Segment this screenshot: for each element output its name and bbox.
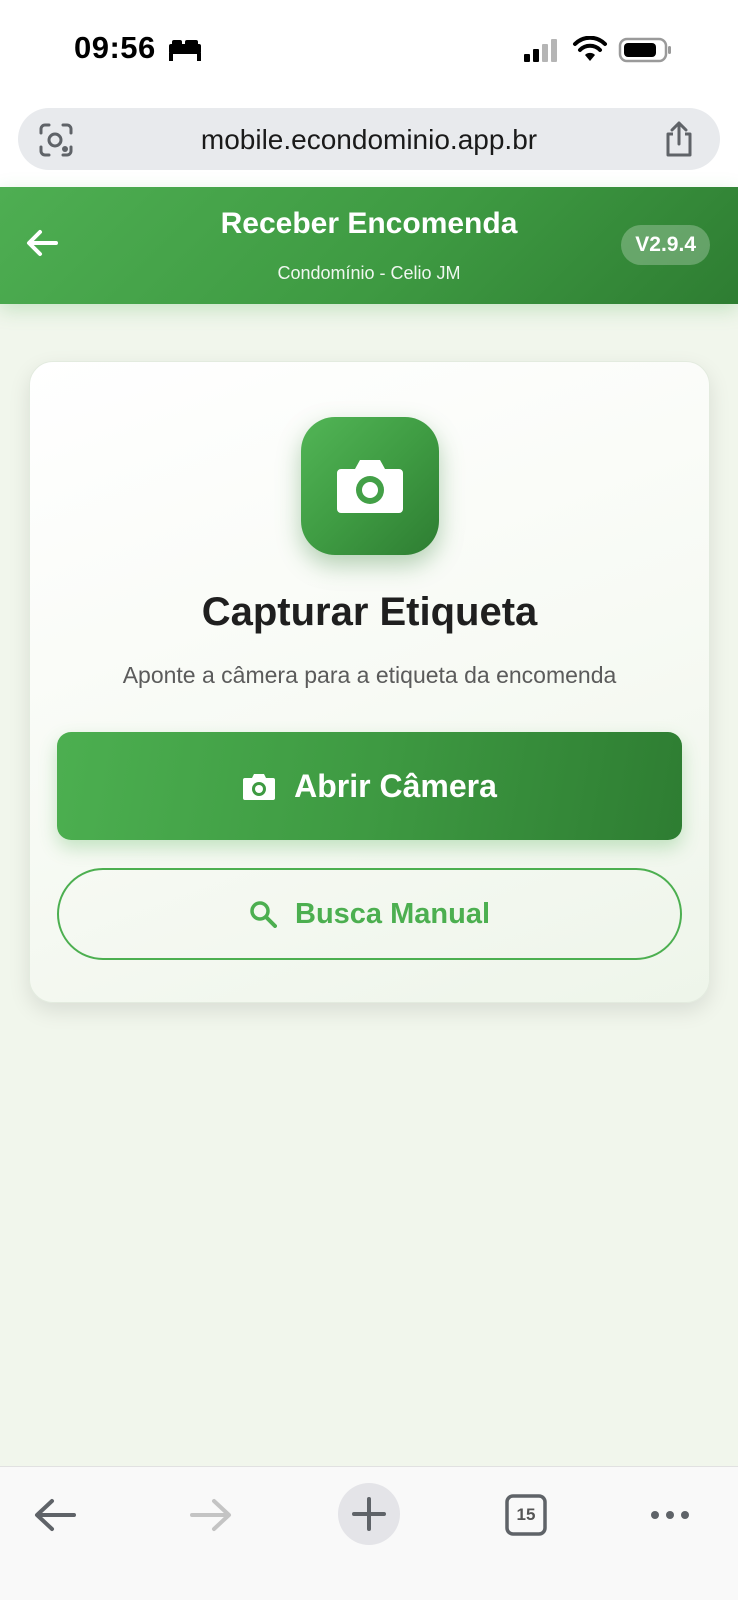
tabs-button[interactable]: 15 [504,1485,548,1545]
url-text[interactable]: mobile.econdominio.app.br [18,124,720,156]
card-description: Aponte a câmera para a etiqueta da encom… [122,662,617,688]
arrow-left-icon [35,1499,76,1531]
manual-search-label: Busca Manual [295,897,490,930]
version-badge: V2.9.4 [621,225,710,265]
browser-back-button[interactable] [30,1485,80,1545]
more-menu-button[interactable] [648,1485,692,1545]
app-header: Receber Encomenda Condomínio - Celio JM … [0,187,738,304]
manual-search-button[interactable]: Busca Manual [57,868,682,960]
camera-icon [337,460,403,513]
battery-icon [618,37,671,63]
open-camera-label: Abrir Câmera [294,767,497,804]
status-time: 09:56 [74,30,156,65]
more-icon [651,1511,689,1519]
share-icon[interactable] [662,120,696,158]
browser-forward-button[interactable] [186,1485,236,1545]
card-title: Capturar Etiqueta [201,590,538,634]
status-bar: 09:56 [0,0,738,100]
camera-icon [243,774,276,800]
search-icon [250,901,277,928]
capture-card: Capturar Etiqueta Aponte a câmera para a… [29,361,710,1003]
bed-icon [169,40,201,61]
browser-url-area: mobile.econdominio.app.br [0,100,738,187]
wifi-icon [573,36,607,61]
plus-icon [352,1497,386,1531]
camera-tile [301,417,439,555]
url-bar[interactable]: mobile.econdominio.app.br [18,108,720,170]
new-tab-button[interactable] [338,1483,400,1545]
page-subtitle: Condomínio - Celio JM [277,263,461,283]
open-camera-button[interactable]: Abrir Câmera [57,732,682,840]
browser-toolbar: 15 [0,1466,738,1600]
signal-icon [524,39,557,62]
arrow-right-icon [190,1499,231,1531]
tabs-count: 15 [516,1505,536,1524]
